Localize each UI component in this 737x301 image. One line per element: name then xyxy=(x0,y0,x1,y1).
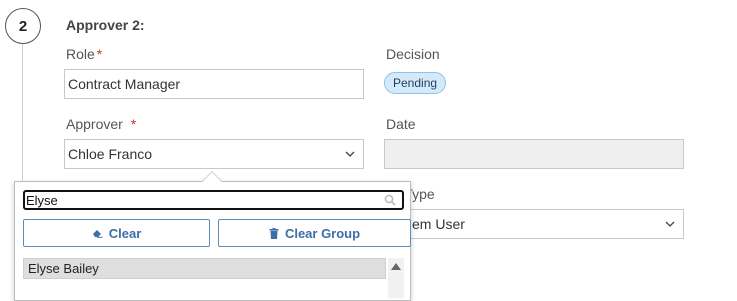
clear-group-button-label: Clear Group xyxy=(284,225,361,241)
role-value: Contract Manager xyxy=(68,76,181,92)
options-scrollbar[interactable] xyxy=(388,258,404,298)
scroll-up-arrow-icon[interactable] xyxy=(391,263,401,270)
approver-label-text: Approver xyxy=(66,116,123,132)
trash-icon xyxy=(269,227,279,239)
approver-search-box[interactable] xyxy=(23,190,404,210)
approver-value: Chloe Franco xyxy=(68,146,153,162)
approver-label: Approver * xyxy=(66,116,136,132)
date-field xyxy=(384,139,684,169)
approver-search-input[interactable] xyxy=(25,192,366,208)
chevron-down-icon xyxy=(665,221,675,227)
list-item[interactable]: Elyse Bailey xyxy=(23,258,386,279)
type-value: em User xyxy=(412,216,465,232)
date-label: Date xyxy=(386,116,416,132)
type-select[interactable]: em User xyxy=(384,209,684,239)
approver-select[interactable]: Chloe Franco xyxy=(64,139,364,169)
role-required-mark: * xyxy=(96,46,103,62)
magnifier-icon xyxy=(384,194,396,206)
step-number: 2 xyxy=(18,17,28,35)
approver-heading: Approver 2: xyxy=(66,17,145,33)
role-field[interactable]: Contract Manager xyxy=(64,69,364,99)
dropdown-caret-fill xyxy=(202,172,222,182)
decision-status-badge: Pending xyxy=(384,72,447,94)
approver-required-mark: * xyxy=(130,116,137,132)
clear-button-label: Clear xyxy=(108,225,142,241)
chevron-down-icon xyxy=(345,151,355,157)
clear-button[interactable]: Clear xyxy=(23,219,210,247)
option-label: Elyse Bailey xyxy=(28,261,99,276)
step-number-circle: 2 xyxy=(5,8,41,44)
approver-options-list: Elyse Bailey xyxy=(23,258,404,298)
role-label: Role * xyxy=(66,46,102,62)
eraser-icon xyxy=(92,230,103,238)
approver-dropdown-panel: Clear Clear Group Elyse Bailey xyxy=(14,181,411,301)
clear-group-button[interactable]: Clear Group xyxy=(218,219,411,247)
role-label-text: Role xyxy=(66,46,95,62)
decision-label: Decision xyxy=(386,46,440,62)
